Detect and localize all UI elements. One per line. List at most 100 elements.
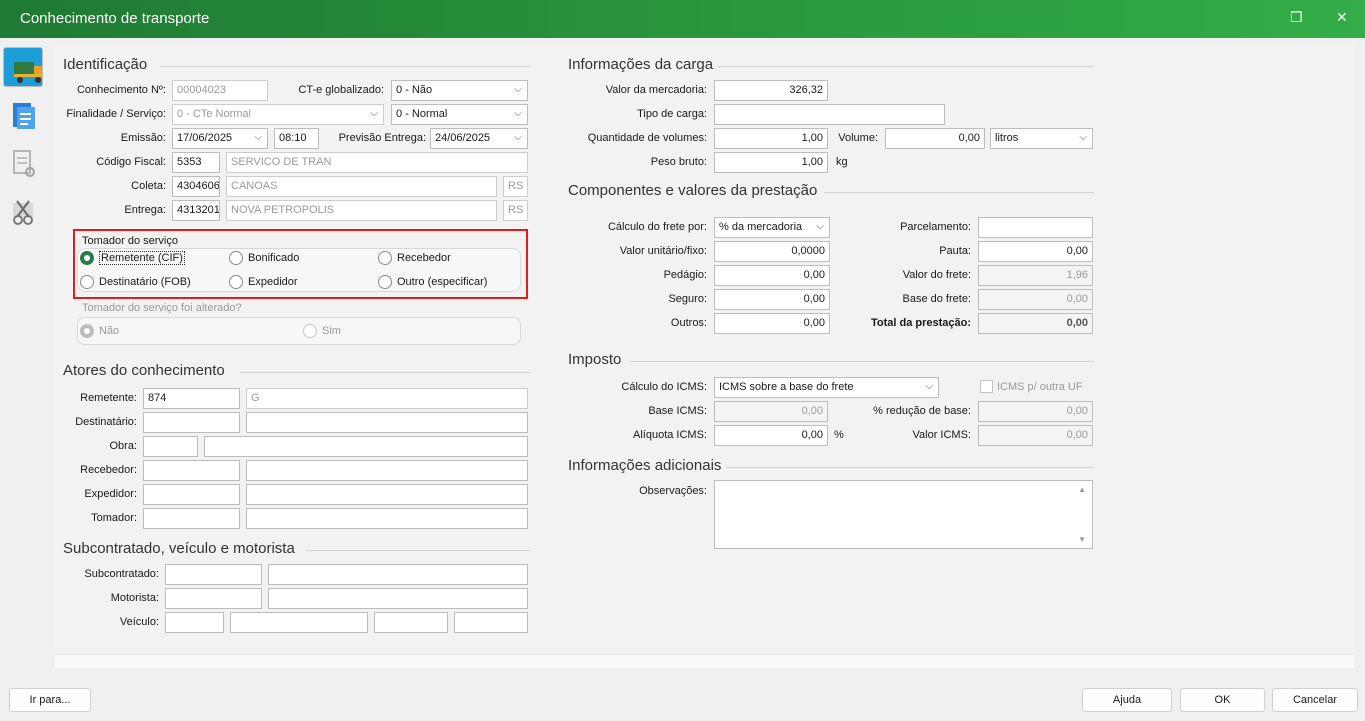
radio-label: Remetente (CIF) — [99, 251, 185, 265]
remetente-code-field[interactable]: 874 — [143, 388, 240, 409]
radio-remetente-cif[interactable]: Remetente (CIF) — [80, 251, 185, 265]
obra-label: Obra: — [109, 440, 137, 452]
obra-code-field[interactable] — [143, 436, 198, 457]
cut-tool-icon[interactable] — [3, 191, 43, 231]
valor-unitario-field[interactable]: 0,0000 — [714, 241, 830, 262]
parcelamento-field[interactable] — [978, 217, 1093, 238]
peso-bruto-field[interactable]: 1,00 — [714, 152, 828, 173]
truck-icon[interactable] — [3, 47, 43, 87]
valor-frete-field[interactable]: 1,96 — [978, 265, 1093, 286]
ok-button[interactable]: OK — [1180, 688, 1265, 712]
observacoes-textarea[interactable]: ▲ ▼ — [714, 480, 1093, 549]
expedidor-code-field[interactable] — [143, 484, 240, 505]
tipo-carga-field[interactable] — [714, 104, 945, 125]
calculo-frete-select[interactable]: % da mercadoria ⌵ — [714, 217, 830, 238]
veiculo-field-3[interactable] — [374, 612, 448, 633]
ir-para-button[interactable]: Ir para... — [9, 688, 91, 712]
destinatario-code-field[interactable] — [143, 412, 240, 433]
finalidade-label: Finalidade / Serviço: — [66, 108, 166, 120]
motorista-name-field[interactable] — [268, 588, 528, 609]
base-frete-field[interactable]: 0,00 — [978, 289, 1093, 310]
pauta-field[interactable]: 0,00 — [978, 241, 1093, 262]
radio-recebedor[interactable]: Recebedor — [378, 251, 451, 265]
servico-select[interactable]: 0 - Normal ⌵ — [391, 104, 528, 125]
subcontratado-code-field[interactable] — [165, 564, 262, 585]
scroll-up-icon[interactable]: ▲ — [1078, 485, 1086, 494]
restore-icon[interactable]: ❐ — [1290, 9, 1303, 26]
entrega-label: Entrega: — [124, 204, 166, 216]
entrega-uf-field[interactable]: RS — [503, 200, 528, 221]
veiculo-field-4[interactable] — [454, 612, 528, 633]
radio-expedidor[interactable]: Expedidor — [229, 275, 298, 289]
remetente-name-field[interactable]: G — [246, 388, 528, 409]
cancelar-button[interactable]: Cancelar — [1272, 688, 1358, 712]
chevron-down-icon: ⌵ — [816, 221, 824, 232]
volume-field[interactable]: 0,00 — [885, 128, 985, 149]
emissao-date-picker[interactable]: 17/06/2025 ⌵ — [172, 128, 268, 149]
calculo-icms-select[interactable]: ICMS sobre a base do frete ⌵ — [714, 377, 939, 398]
finalidade-select[interactable]: 0 - CTe Normal ⌵ — [172, 104, 384, 125]
checkbox-icon — [980, 380, 993, 393]
conhecimento-number-field[interactable]: 00004023 — [172, 80, 268, 101]
cfop-code-field[interactable]: 5353 — [172, 152, 220, 173]
pedagio-field[interactable]: 0,00 — [714, 265, 830, 286]
veiculo-field-2[interactable] — [230, 612, 368, 633]
seguro-field[interactable]: 0,00 — [714, 289, 830, 310]
outros-field[interactable]: 0,00 — [714, 313, 830, 334]
tomador-name-field[interactable] — [246, 508, 528, 529]
radio-label: Bonificado — [248, 252, 300, 264]
entrega-code-field[interactable]: 4313201 — [172, 200, 220, 221]
quantidade-volumes-field[interactable]: 1,00 — [714, 128, 828, 149]
sidebar — [0, 38, 46, 678]
ct-globalizado-value: 0 - Não — [396, 84, 433, 96]
reducao-base-field[interactable]: 0,00 — [978, 401, 1093, 422]
ct-globalizado-label: CT-e globalizado: — [298, 84, 384, 96]
peso-bruto-label: Peso bruto: — [650, 156, 707, 168]
motorista-code-field[interactable] — [165, 588, 262, 609]
valor-icms-field[interactable]: 0,00 — [978, 425, 1093, 446]
total-prestacao-field[interactable]: 0,00 — [978, 313, 1093, 334]
content-bottom-strip — [55, 654, 1354, 668]
radio-icon — [229, 251, 243, 265]
close-icon[interactable]: ✕ — [1336, 9, 1348, 26]
recebedor-name-field[interactable] — [246, 460, 528, 481]
valor-mercadoria-field[interactable]: 326,32 — [714, 80, 828, 101]
radio-outro[interactable]: Outro (especificar) — [378, 275, 487, 289]
base-frete-label: Base do frete: — [902, 293, 972, 305]
expedidor-name-field[interactable] — [246, 484, 528, 505]
veiculo-field-1[interactable] — [165, 612, 224, 633]
cfop-description-field[interactable]: SERVICO DE TRAN — [226, 152, 528, 173]
chevron-down-icon: ⌵ — [1079, 132, 1087, 143]
recebedor-code-field[interactable] — [143, 460, 240, 481]
divider — [726, 467, 1094, 468]
parcelamento-label: Parcelamento: — [900, 221, 971, 233]
icms-outra-uf-checkbox[interactable]: ICMS p/ outra UF — [980, 380, 1083, 393]
radio-bonificado[interactable]: Bonificado — [229, 251, 299, 265]
tomador-code-field[interactable] — [143, 508, 240, 529]
entrega-city-field[interactable]: NOVA PETROPOLIS — [226, 200, 497, 221]
section-carga: Informações da carga — [568, 56, 714, 73]
scroll-down-icon[interactable]: ▼ — [1078, 535, 1086, 544]
previsao-entrega-date-picker[interactable]: 24/06/2025 ⌵ — [430, 128, 528, 149]
coleta-uf-field[interactable]: RS — [503, 176, 528, 197]
destinatario-name-field[interactable] — [246, 412, 528, 433]
emissao-time-field[interactable]: 08:10 — [274, 128, 319, 149]
aliquota-icms-field[interactable]: 0,00 — [714, 425, 828, 446]
quantidade-volumes-label: Quantidade de volumes: — [587, 132, 707, 144]
coleta-city-field[interactable]: CANOAS — [226, 176, 497, 197]
radio-alterado-nao[interactable]: Não — [80, 324, 119, 338]
radio-destinatario-fob[interactable]: Destinatário (FOB) — [80, 275, 191, 289]
chevron-down-icon: ⌵ — [254, 132, 262, 143]
document-icon[interactable] — [3, 95, 43, 135]
base-icms-field[interactable]: 0,00 — [714, 401, 828, 422]
document-settings-icon[interactable] — [3, 143, 43, 183]
base-icms-label: Base ICMS: — [648, 405, 707, 417]
ajuda-button[interactable]: Ajuda — [1082, 688, 1172, 712]
subcontratado-name-field[interactable] — [268, 564, 528, 585]
coleta-code-field[interactable]: 4304606 — [172, 176, 220, 197]
total-prestacao-label: Total da prestação: — [870, 317, 971, 329]
radio-alterado-sim[interactable]: Sim — [303, 324, 341, 338]
obra-name-field[interactable] — [204, 436, 528, 457]
volume-unit-select[interactable]: litros ⌵ — [990, 128, 1093, 149]
ct-globalizado-select[interactable]: 0 - Não ⌵ — [391, 80, 528, 101]
